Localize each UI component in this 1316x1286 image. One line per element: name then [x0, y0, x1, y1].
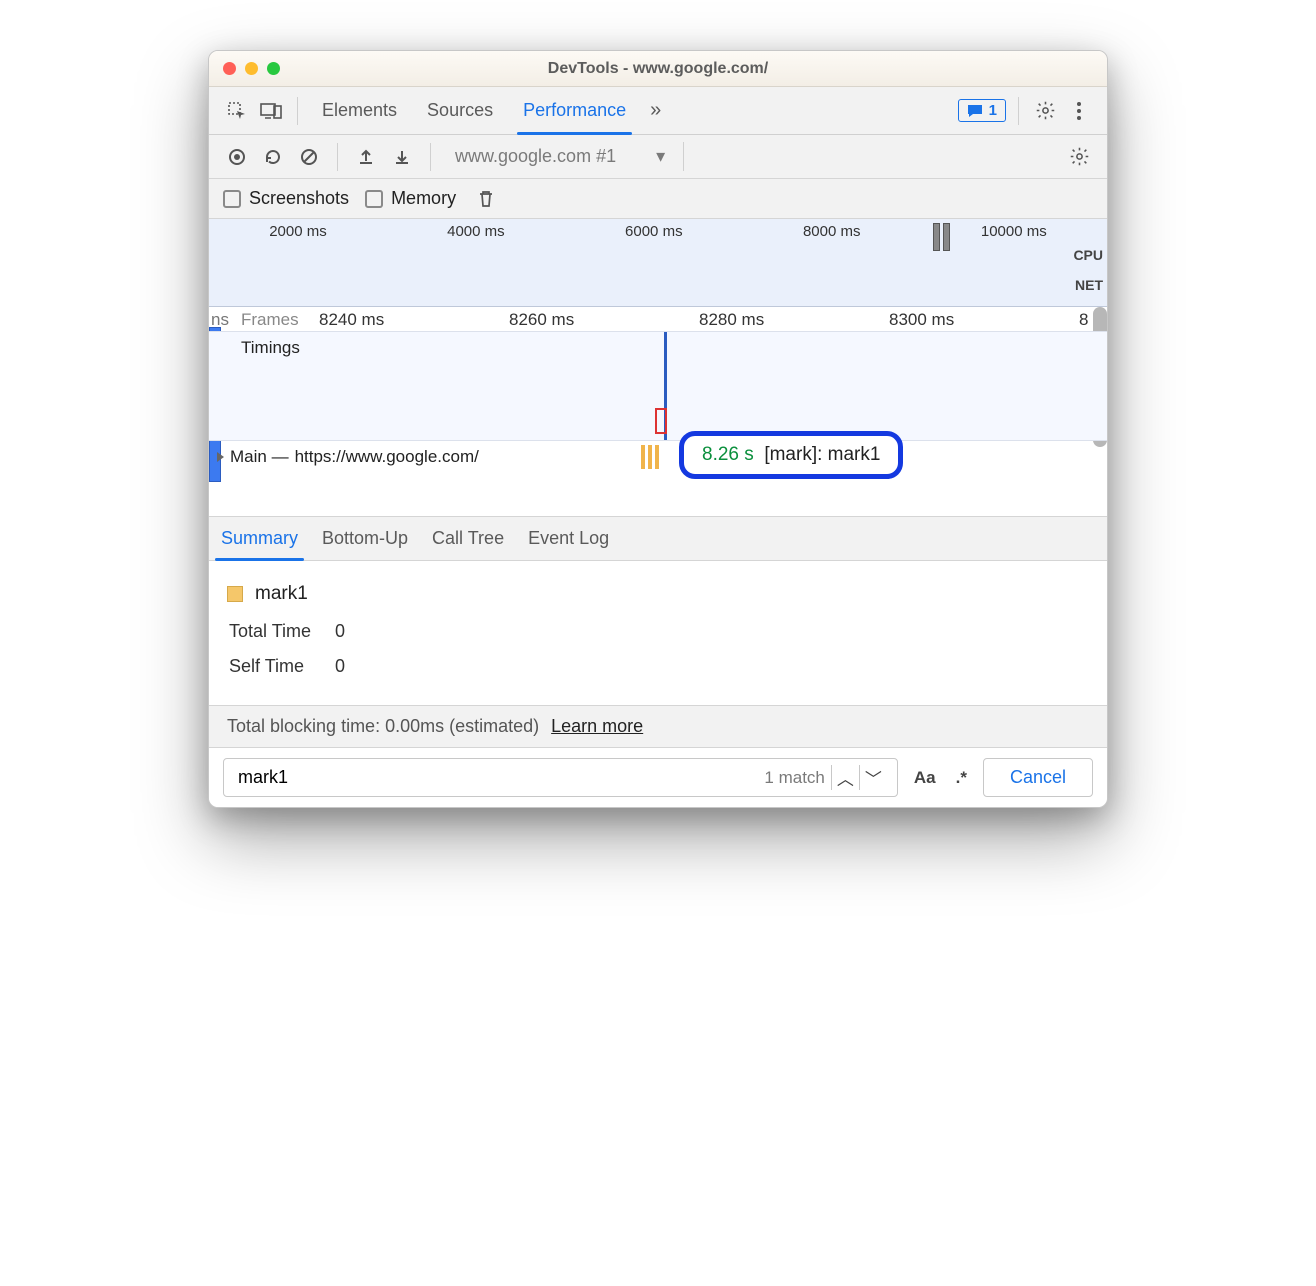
summary-pane: mark1 Total Time0 Self Time0	[209, 561, 1107, 705]
cancel-search-button[interactable]: Cancel	[983, 758, 1093, 797]
summary-metrics: Total Time0 Self Time0	[227, 613, 369, 685]
total-time-row: Total Time0	[229, 615, 367, 648]
self-time-row: Self Time0	[229, 650, 367, 683]
timings-lane-label: Timings	[241, 338, 300, 358]
summary-event-row: mark1	[227, 583, 1089, 605]
issues-count: 1	[989, 102, 997, 119]
device-toolbar-icon[interactable]	[257, 97, 285, 125]
details-tabs: Summary Bottom-Up Call Tree Event Log	[209, 517, 1107, 561]
tab-sources[interactable]: Sources	[415, 87, 505, 134]
separator	[337, 143, 338, 171]
devtools-window: DevTools - www.google.com/ Elements Sour…	[208, 50, 1108, 808]
download-profile-icon[interactable]	[388, 143, 416, 171]
overview-lane-labels: CPU NET	[1073, 247, 1103, 293]
tab-bottom-up[interactable]: Bottom-Up	[310, 517, 420, 560]
separator	[430, 143, 431, 171]
mark-tooltip-label: [mark]: mark1	[764, 444, 880, 465]
clear-icon[interactable]	[295, 143, 323, 171]
search-bar: 1 match ︿ ﹀ Aa .* Cancel	[209, 747, 1107, 807]
total-blocking-time-bar: Total blocking time: 0.00ms (estimated) …	[209, 705, 1107, 747]
timings-lane[interactable]: Timings	[209, 331, 1107, 441]
event-color-swatch	[227, 586, 243, 602]
mark-tooltip-time: 8.26 s	[702, 444, 754, 465]
search-input-container: 1 match ︿ ﹀	[223, 758, 898, 797]
tab-call-tree[interactable]: Call Tree	[420, 517, 516, 560]
expand-triangle-icon[interactable]	[217, 452, 224, 462]
separator	[1018, 97, 1019, 125]
memory-checkbox[interactable]: Memory	[365, 188, 456, 209]
message-icon	[967, 104, 983, 118]
upload-profile-icon[interactable]	[352, 143, 380, 171]
tab-summary[interactable]: Summary	[209, 517, 310, 560]
tab-elements[interactable]: Elements	[310, 87, 409, 134]
record-button-icon[interactable]	[223, 143, 251, 171]
dropdown-caret-icon: ▾	[656, 146, 665, 167]
screenshots-checkbox[interactable]: Screenshots	[223, 188, 349, 209]
minimize-window-button[interactable]	[245, 62, 258, 75]
devtools-main-tabs: Elements Sources Performance » 1	[209, 87, 1107, 135]
fullscreen-window-button[interactable]	[267, 62, 280, 75]
window-titlebar: DevTools - www.google.com/	[209, 51, 1107, 87]
traffic-lights	[223, 62, 280, 75]
overview-range-handle[interactable]	[933, 223, 957, 251]
separator	[297, 97, 298, 125]
flame-chart-panel[interactable]: ns Frames 8240 ms 8260 ms 8280 ms 8300 m…	[209, 307, 1107, 517]
main-thread-tasks	[641, 445, 659, 469]
zoom-ruler: ns Frames 8240 ms 8260 ms 8280 ms 8300 m…	[209, 307, 1107, 333]
regex-toggle[interactable]: .*	[952, 758, 971, 797]
search-next-icon[interactable]: ﹀	[859, 765, 887, 790]
frames-lane-label: Frames	[241, 310, 299, 330]
window-title: DevTools - www.google.com/	[548, 60, 768, 78]
performance-toolbar: www.google.com #1 ▾	[209, 135, 1107, 179]
more-tabs-icon[interactable]: »	[644, 99, 667, 122]
main-thread-lane[interactable]: Main — https://www.google.com/ 8.26 s [m…	[209, 441, 1107, 473]
tab-performance[interactable]: Performance	[511, 87, 638, 134]
recording-name: www.google.com #1	[455, 146, 616, 167]
main-lane-prefix: Main —	[230, 447, 289, 467]
search-prev-icon[interactable]: ︿	[831, 765, 859, 790]
settings-gear-icon[interactable]	[1031, 97, 1059, 125]
garbage-collect-icon[interactable]	[472, 185, 500, 213]
tbt-text: Total blocking time: 0.00ms (estimated)	[227, 716, 539, 737]
recording-selector[interactable]: www.google.com #1 ▾	[445, 142, 684, 171]
search-match-count: 1 match	[764, 768, 830, 788]
reload-icon[interactable]	[259, 143, 287, 171]
summary-event-name: mark1	[255, 583, 308, 605]
main-lane-url: https://www.google.com/	[295, 447, 479, 467]
mark-tooltip: 8.26 s [mark]: mark1	[679, 431, 903, 479]
capture-options-row: Screenshots Memory	[209, 179, 1107, 219]
kebab-menu-icon[interactable]	[1065, 97, 1093, 125]
timing-mark-block[interactable]	[655, 408, 667, 434]
close-window-button[interactable]	[223, 62, 236, 75]
overview-timeline[interactable]: 2000 ms 4000 ms 6000 ms 8000 ms 10000 ms…	[209, 219, 1107, 307]
capture-settings-gear-icon[interactable]	[1065, 143, 1093, 171]
tab-event-log[interactable]: Event Log	[516, 517, 621, 560]
search-input[interactable]	[234, 759, 764, 796]
issues-badge[interactable]: 1	[958, 99, 1006, 122]
inspect-element-icon[interactable]	[223, 97, 251, 125]
learn-more-link[interactable]: Learn more	[551, 716, 643, 737]
match-case-toggle[interactable]: Aa	[910, 758, 940, 797]
overview-ticks: 2000 ms 4000 ms 6000 ms 8000 ms 10000 ms	[209, 219, 1107, 240]
